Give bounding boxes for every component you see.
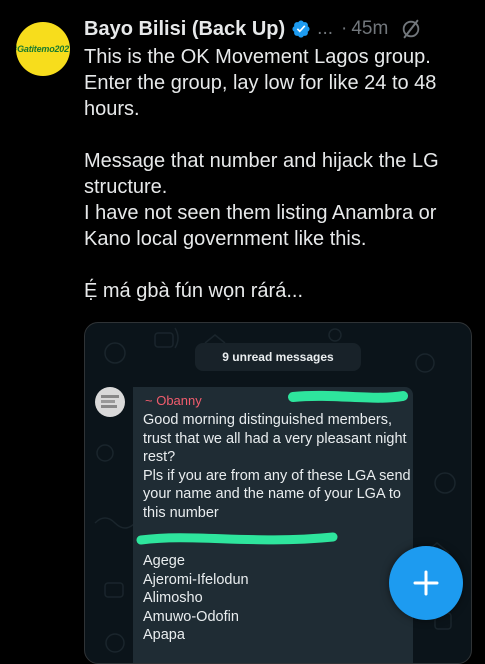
grok-icon[interactable] <box>400 18 422 40</box>
tweet-time[interactable]: 45m <box>351 18 388 40</box>
tweet-line: I have not seen them listing Anambra or … <box>84 202 437 250</box>
chat-message-bubble: ~ Obanny Good morning distinguished memb… <box>133 387 413 663</box>
tweet-line: Ẹ́ má gbà fún wọn rárá... <box>84 280 304 302</box>
tweet-line: Message that number and hijack the LG st… <box>84 150 439 198</box>
author-handle[interactable]: ... <box>317 18 333 40</box>
tweet-text: This is the OK Movement Lagos group. Ent… <box>84 44 474 304</box>
sender-avatar <box>95 387 125 417</box>
avatar-logo-text: #Gatitemo2027 <box>16 44 70 54</box>
verified-badge-icon <box>292 20 310 38</box>
compose-button[interactable] <box>389 546 463 620</box>
separator-dot: · <box>341 18 348 39</box>
tweet-line: Enter the group, lay low for like 24 to … <box>84 72 437 120</box>
redaction-scribble <box>136 390 408 545</box>
author-name[interactable]: Bayo Bilisi (Back Up) <box>84 18 285 41</box>
tweet-header: Bayo Bilisi (Back Up) ... · 45m <box>84 14 471 44</box>
plus-icon <box>413 570 439 596</box>
tweet-line: This is the OK Movement Lagos group. <box>84 46 431 68</box>
unread-messages-banner: 9 unread messages <box>195 343 361 371</box>
author-avatar[interactable]: #Gatitemo2027 <box>16 22 70 76</box>
